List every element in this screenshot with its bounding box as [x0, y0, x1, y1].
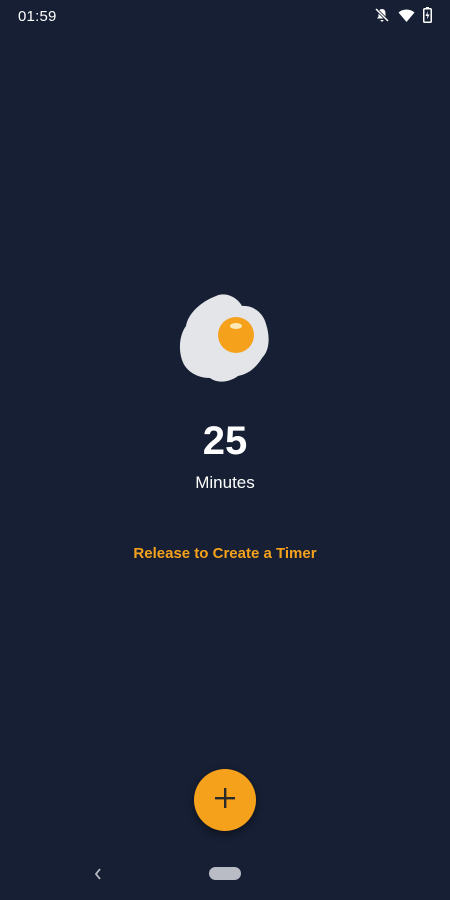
status-bar: 01:59: [0, 0, 450, 34]
app-screen: 01:59 25 Minutes Release to Create a Tim…: [0, 0, 450, 900]
status-icons: [374, 7, 432, 23]
status-time: 01:59: [18, 8, 57, 25]
add-timer-button[interactable]: [194, 769, 256, 831]
fried-egg-icon: [178, 292, 272, 384]
timer-unit-label: Minutes: [195, 473, 255, 492]
notifications-off-icon: [374, 7, 390, 23]
home-pill-icon[interactable]: [209, 867, 241, 880]
create-timer-hint: Release to Create a Timer: [133, 545, 317, 562]
battery-icon: [423, 7, 432, 23]
plus-icon: [213, 786, 237, 815]
timer-value: 25: [202, 419, 248, 463]
wifi-icon: [398, 8, 415, 23]
back-icon[interactable]: [88, 864, 108, 884]
